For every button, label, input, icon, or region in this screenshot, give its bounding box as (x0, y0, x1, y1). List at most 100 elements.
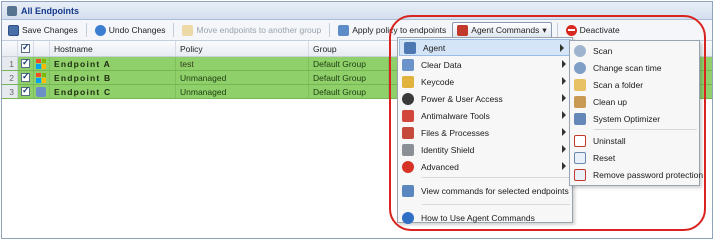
select-all-cell[interactable] (18, 41, 34, 56)
menu-item-power-user-access[interactable]: Power & User Access (398, 90, 572, 107)
save-changes-label: Save Changes (22, 25, 78, 35)
menu-item-files-processes[interactable]: Files & Processes (398, 124, 572, 141)
submenu-item-system-optimizer[interactable]: System Optimizer (570, 110, 699, 127)
panel-titlebar: All Endpoints (2, 2, 712, 20)
agent-commands-button[interactable]: Agent Commands ▾ (452, 21, 552, 39)
clock-icon (574, 61, 586, 74)
hostname-cell[interactable]: Endpoint A (50, 57, 176, 70)
policy-cell[interactable]: test (176, 57, 309, 70)
submenu-arrow-icon (562, 111, 566, 119)
menu-item-clear-data[interactable]: Clear Data (398, 56, 572, 73)
menu-item-identity-shield[interactable]: Identity Shield (398, 141, 572, 158)
menu-item-label: Files & Processes (421, 127, 490, 138)
group-cell[interactable]: Default Group (309, 57, 389, 70)
panel-title: All Endpoints (21, 5, 79, 16)
row-checkbox[interactable] (21, 57, 30, 68)
agent-window-icon (404, 41, 416, 54)
column-header-policy[interactable]: Policy (176, 41, 309, 56)
submenu-item-label: Scan (593, 45, 613, 56)
submenu-item-scan-folder[interactable]: Scan a folder (570, 76, 699, 93)
submenu-item-change-scan-time[interactable]: Change scan time (570, 59, 699, 76)
menu-item-advanced[interactable]: Advanced (398, 158, 572, 175)
identity-shield-icon (402, 143, 414, 156)
policy-cell[interactable]: Unmanaged (176, 71, 309, 84)
group-cell[interactable]: Default Group (309, 85, 389, 98)
keycode-icon (402, 75, 414, 88)
magnifier-icon (574, 44, 586, 57)
hostname-text: Endpoint B (54, 72, 112, 83)
menu-item-view-commands[interactable]: View commands for selected endpoints (398, 180, 572, 202)
submenu-item-uninstall[interactable]: Uninstall (570, 132, 699, 149)
submenu-arrow-icon (562, 94, 566, 102)
menu-item-label: Agent (423, 42, 446, 53)
submenu-item-label: Change scan time (593, 62, 662, 73)
group-cell[interactable]: Default Group (309, 71, 389, 84)
submenu-item-reset[interactable]: Reset (570, 149, 699, 166)
select-all-checkbox[interactable] (21, 42, 30, 53)
menu-item-keycode[interactable]: Keycode (398, 73, 572, 90)
policy-cell[interactable]: Unmanaged (176, 85, 309, 98)
menu-item-label: Advanced (421, 161, 459, 172)
save-icon (8, 24, 19, 36)
toolbar-separator (329, 23, 331, 37)
clear-data-icon (402, 58, 414, 71)
row-number-header (2, 41, 18, 56)
hostname-cell[interactable]: Endpoint C (50, 85, 176, 98)
row-number: 2 (2, 71, 18, 84)
submenu-item-label: Clean up (593, 96, 628, 107)
agent-commands-icon (457, 24, 469, 36)
endpoints-icon (7, 5, 17, 16)
menu-item-label: View commands for selected endpoints (421, 186, 569, 196)
toolbar-separator (173, 23, 175, 37)
row-number: 3 (2, 85, 18, 98)
column-header-group[interactable]: Group (309, 41, 389, 56)
advanced-icon (402, 160, 414, 173)
row-checkbox-cell[interactable] (18, 57, 34, 70)
dropdown-arrow-icon: ▾ (542, 24, 547, 35)
menu-separator (422, 177, 570, 178)
folder-scan-icon (574, 78, 586, 91)
menu-item-how-to-use[interactable]: How to Use Agent Commands (398, 207, 572, 229)
move-endpoints-button[interactable]: Move endpoints to another group (179, 23, 324, 38)
agent-submenu: Scan Change scan time Scan a folder Clea… (569, 40, 703, 186)
undo-changes-button[interactable]: Undo Changes (92, 23, 169, 38)
row-checkbox[interactable] (21, 71, 30, 82)
menu-item-agent[interactable]: Agent (399, 39, 571, 56)
menu-separator (594, 129, 697, 130)
submenu-item-label: Uninstall (593, 135, 626, 146)
submenu-item-label: Remove password protection (593, 169, 704, 180)
reset-icon (574, 151, 586, 164)
broom-icon (574, 95, 586, 108)
menu-item-label: Clear Data (421, 59, 462, 70)
windows-logo-icon (36, 72, 46, 83)
menu-item-label: Antimalware Tools (421, 110, 490, 121)
agent-commands-label: Agent Commands (471, 25, 540, 35)
row-checkbox-cell[interactable] (18, 85, 34, 98)
menu-item-label: Keycode (421, 76, 455, 87)
undo-icon (94, 24, 106, 36)
apply-policy-button[interactable]: Apply policy to endpoints (335, 23, 449, 38)
row-checkbox[interactable] (21, 85, 30, 96)
save-changes-button[interactable]: Save Changes (5, 23, 81, 38)
mac-endpoint-icon (36, 86, 46, 97)
menu-item-label: Power & User Access (421, 93, 503, 104)
hostname-cell[interactable]: Endpoint B (50, 71, 176, 84)
menu-item-antimalware-tools[interactable]: Antimalware Tools (398, 107, 572, 124)
submenu-item-remove-password[interactable]: Remove password protection (570, 166, 703, 183)
toolbar-separator (556, 23, 558, 37)
submenu-item-clean-up[interactable]: Clean up (570, 93, 699, 110)
os-cell (34, 85, 50, 98)
column-header-hostname[interactable]: Hostname (50, 41, 176, 56)
system-optimizer-icon (574, 112, 586, 125)
deactivate-button[interactable]: Deactivate (563, 23, 623, 38)
submenu-arrow-icon (562, 145, 566, 153)
row-checkbox-cell[interactable] (18, 71, 34, 84)
antimalware-tools-icon (402, 109, 414, 122)
menu-item-label: Identity Shield (421, 144, 475, 155)
toolbar-separator (85, 23, 87, 37)
submenu-item-scan[interactable]: Scan (570, 42, 699, 59)
apply-policy-label: Apply policy to endpoints (352, 25, 447, 35)
windows-logo-icon (36, 58, 46, 69)
submenu-arrow-icon (560, 44, 564, 52)
undo-changes-label: Undo Changes (108, 25, 166, 35)
